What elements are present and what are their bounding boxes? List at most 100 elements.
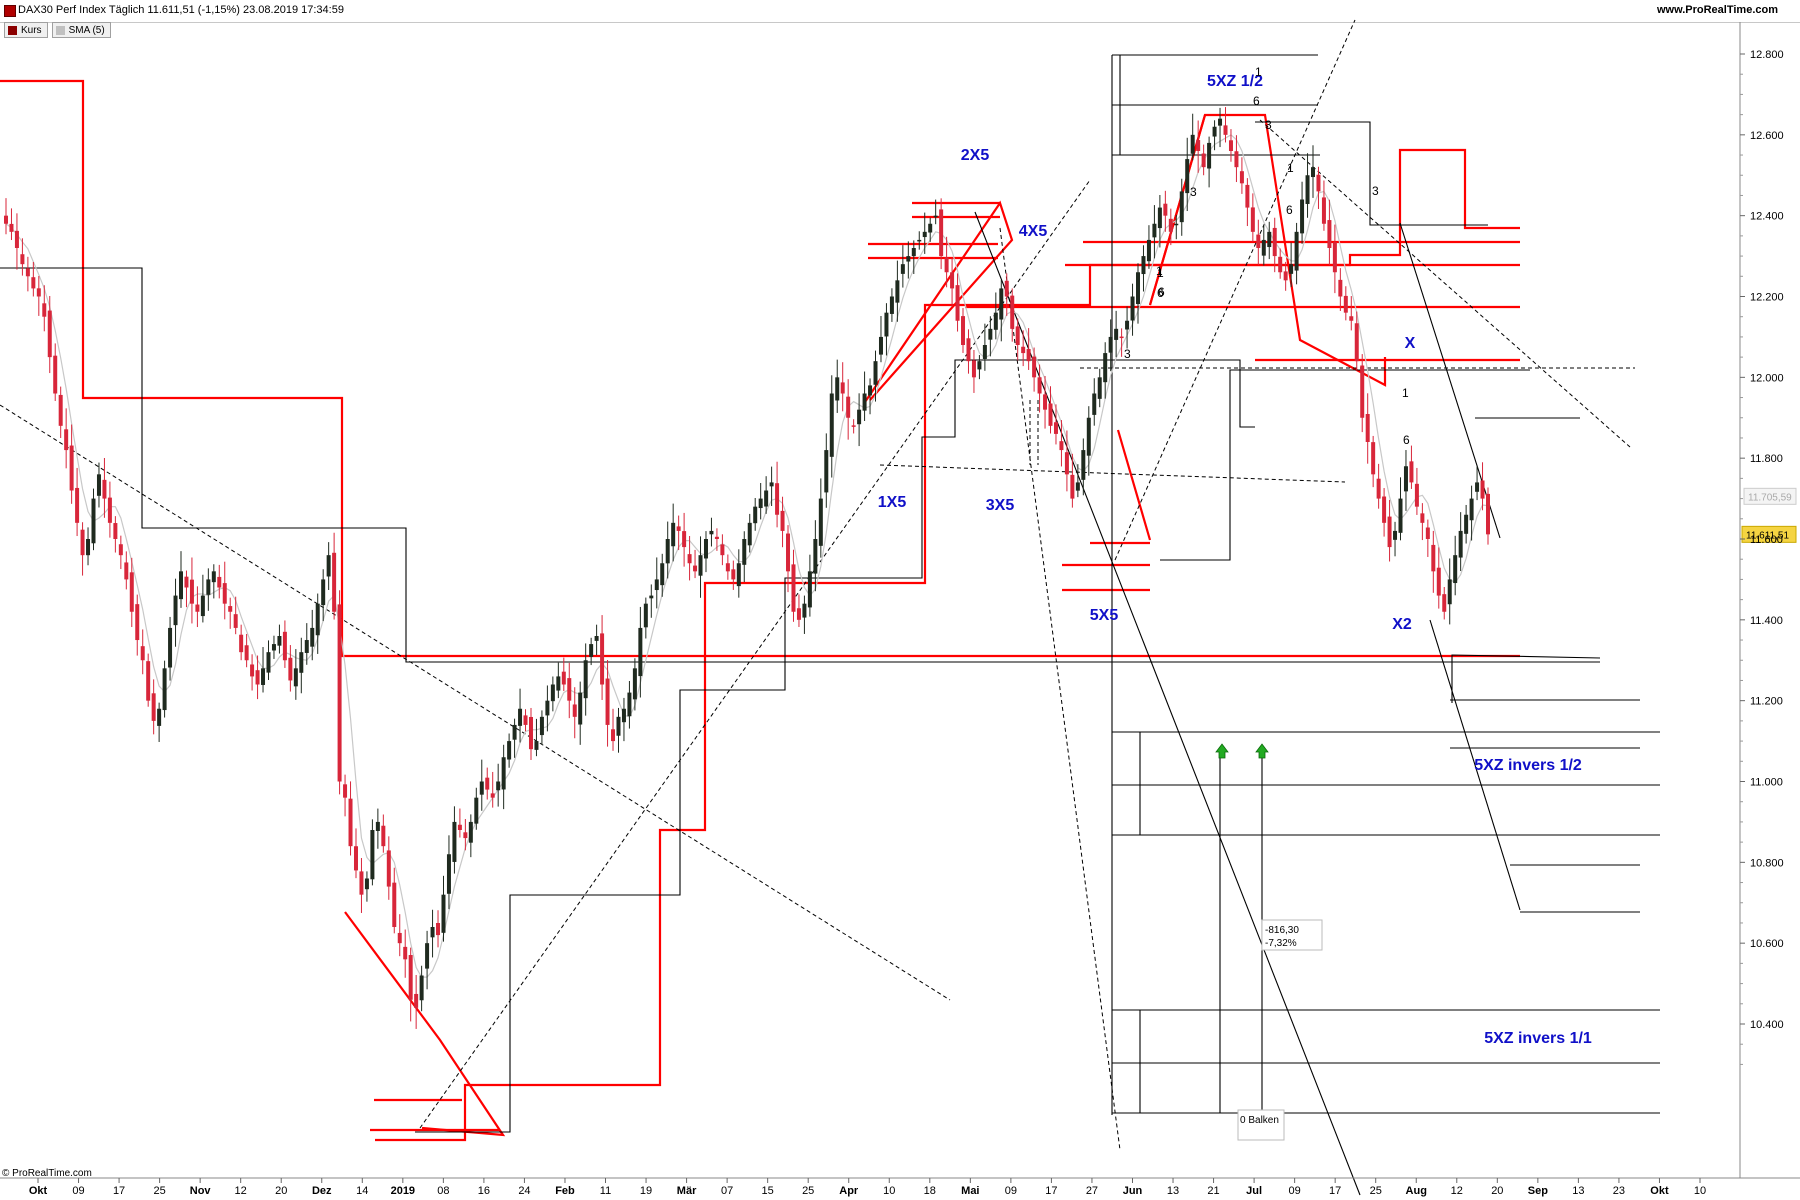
candle-body (1059, 441, 1064, 451)
legend-item-sma[interactable]: SMA (5) (51, 22, 111, 38)
candle-body (507, 741, 512, 760)
red-seg-x (1116, 429, 1152, 541)
candle-body (1157, 207, 1162, 229)
candle-body (731, 569, 736, 580)
x-tick-label: 25 (802, 1185, 814, 1197)
candle-body (966, 338, 971, 362)
x-tick-label: Aug (1406, 1185, 1427, 1197)
x-tick-label: 23 (1613, 1185, 1625, 1197)
candle-body (578, 692, 583, 725)
candle-body (944, 257, 949, 273)
sma-swatch-icon (55, 25, 65, 35)
x-tick-label: Jul (1246, 1185, 1262, 1197)
x-tick-label: Jun (1123, 1185, 1143, 1197)
y-tick-label: 12.600 (1750, 130, 1784, 142)
candle-body (1480, 480, 1485, 499)
candle-body (1141, 256, 1146, 275)
candle-body (315, 603, 320, 636)
candle-body (665, 539, 670, 564)
candle-body (561, 671, 566, 685)
candle-body (261, 668, 266, 685)
candle-body (124, 562, 129, 580)
candle-body (1414, 483, 1419, 507)
candle-body (200, 595, 205, 617)
candle-body (1327, 220, 1332, 248)
candle-body (151, 693, 156, 721)
candle-body (1261, 239, 1266, 256)
candle-body (764, 490, 769, 507)
candle-body (933, 215, 938, 218)
x-tick-label: Okt (1650, 1185, 1669, 1197)
candle-body (1442, 594, 1447, 612)
candle-body (1294, 231, 1299, 271)
candle-body (911, 248, 916, 257)
candle-body (523, 715, 528, 725)
y-tick-label: 11.400 (1750, 615, 1783, 627)
dashed-trend-3 (1114, 19, 1356, 561)
black-step-line-3 (1255, 121, 1488, 226)
candle-body (1458, 530, 1463, 558)
candle-body (468, 821, 473, 843)
candlesticks (4, 107, 1490, 1029)
x-tick-label: 09 (1005, 1185, 1017, 1197)
candle-body (939, 209, 944, 257)
candle-body (250, 664, 255, 677)
candle-body (381, 825, 386, 847)
candle-body (1174, 223, 1179, 226)
indicator-legend: Kurs SMA (5) (4, 22, 111, 38)
sma-polyline (5, 134, 1489, 978)
candle-body (889, 296, 894, 314)
legend-label-sma: SMA (5) (68, 24, 105, 36)
count-label: 6 (1286, 203, 1293, 217)
candle-body (971, 360, 976, 378)
candle-body (1119, 336, 1124, 339)
candle-body (441, 894, 446, 933)
price-chart[interactable]: 2X5 4X5 1X5 3X5 5X5 5XZ 1/2 X X2 5XZ invers 1/2 5… (0, 0, 1800, 1200)
red-rise (1148, 114, 1207, 306)
candle-body (884, 312, 889, 337)
dashed-trend-5 (999, 227, 1121, 1151)
candle-body (1376, 478, 1381, 499)
candle-body (632, 668, 637, 700)
candle-body (1239, 171, 1244, 184)
candle-body (102, 479, 107, 499)
candle-body (1338, 279, 1343, 297)
candle-body (337, 604, 342, 782)
candle-body (654, 579, 659, 591)
candle-body (556, 676, 561, 691)
wave-label: X2 (1392, 616, 1412, 633)
x-tick-label: 20 (275, 1185, 287, 1197)
count-label: 1 (1287, 161, 1294, 175)
candle-body (25, 268, 30, 277)
candle-body (277, 636, 282, 646)
dashed-trend-1 (0, 404, 951, 1001)
candle-body (255, 670, 260, 685)
x-tick-label: 24 (518, 1185, 530, 1197)
candle-body (594, 636, 599, 641)
candle-body (567, 678, 572, 701)
candle-body (1283, 271, 1288, 281)
candle-body (1218, 118, 1223, 126)
candle-body (775, 483, 780, 515)
candle-body (332, 552, 337, 612)
candle-body (168, 627, 173, 668)
y-tick-label: 12.200 (1750, 292, 1784, 304)
candle-body (676, 526, 681, 531)
legend-item-price[interactable]: Kurs (4, 22, 48, 38)
x-tick-label: 09 (1289, 1185, 1301, 1197)
candle-body (1223, 125, 1228, 135)
chart-title: DAX30 Perf Index Täglich 11.611,51 (-1,1… (18, 4, 344, 16)
candle-body (1015, 326, 1020, 345)
window-icon (4, 5, 16, 17)
candle-body (955, 285, 960, 321)
candle-body (742, 539, 747, 565)
wave-label: 3X5 (986, 497, 1015, 514)
candle-body (419, 975, 424, 1001)
brand-url[interactable]: www.ProRealTime.com (1657, 4, 1778, 16)
candle-body (988, 328, 993, 340)
candle-body (135, 604, 140, 641)
y-tick-label: 12.400 (1750, 211, 1784, 223)
candle-body (310, 627, 315, 647)
candle-body (687, 554, 692, 564)
candle-body (1409, 461, 1414, 483)
